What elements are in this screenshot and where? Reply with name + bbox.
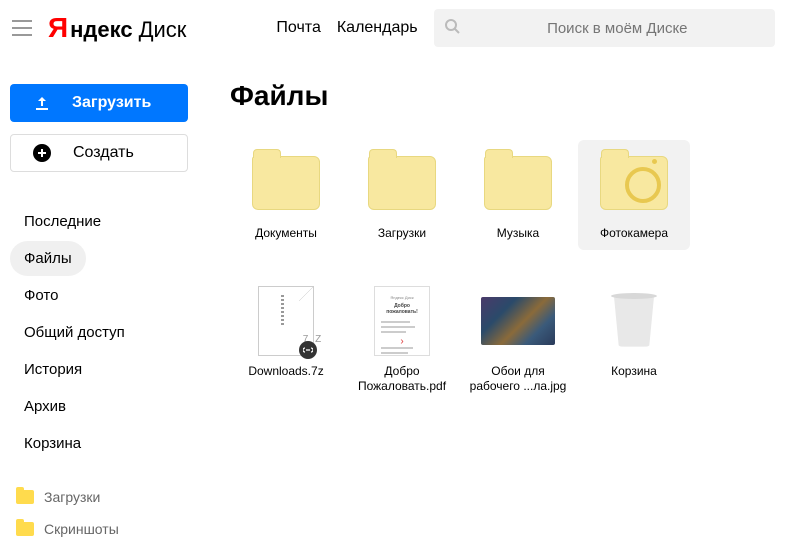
search-field[interactable] xyxy=(434,9,775,47)
folder-label: Скриншоты xyxy=(44,521,119,537)
hamburger-menu-icon[interactable] xyxy=(12,20,32,36)
item-label: Корзина xyxy=(582,364,686,380)
search-input[interactable] xyxy=(470,20,765,37)
trash-icon xyxy=(611,293,657,349)
sidebar-item-trash[interactable]: Корзина xyxy=(10,426,95,461)
main-content: Файлы Документы Загрузки Музыка Фотокаме… xyxy=(230,56,787,545)
logo-brand: ндекс xyxy=(70,17,132,43)
nav-calendar[interactable]: Календарь xyxy=(337,19,418,37)
item-label: Downloads.7z xyxy=(234,364,338,380)
folder-label: Загрузки xyxy=(44,489,100,505)
item-label: Документы xyxy=(234,226,338,242)
header-nav: Почта Календарь xyxy=(276,19,417,37)
upload-label: Загрузить xyxy=(72,94,151,112)
file-downloads-7z[interactable]: 7 Z Downloads.7z xyxy=(230,278,342,403)
sidebar-folder-screenshots[interactable]: Скриншоты xyxy=(10,513,220,545)
nav-mail[interactable]: Почта xyxy=(276,19,320,37)
upload-button[interactable]: Загрузить xyxy=(10,84,188,122)
file-grid: Документы Загрузки Музыка Фотокамера xyxy=(230,140,787,403)
logo[interactable]: Я ндекс Диск xyxy=(48,12,186,44)
item-label: Обои для рабочего ...ла.jpg xyxy=(466,364,570,395)
sidebar-item-photos[interactable]: Фото xyxy=(10,278,72,313)
sidebar-item-history[interactable]: История xyxy=(10,352,96,387)
sidebar-item-files[interactable]: Файлы xyxy=(10,241,86,276)
logo-letter: Я xyxy=(48,12,68,44)
page-title: Файлы xyxy=(230,80,787,112)
folder-documents[interactable]: Документы xyxy=(230,140,342,250)
item-label: Музыка xyxy=(466,226,570,242)
folder-downloads[interactable]: Загрузки xyxy=(346,140,458,250)
sidebar-item-recent[interactable]: Последние xyxy=(10,204,115,239)
create-button[interactable]: Создать xyxy=(10,134,188,172)
create-label: Создать xyxy=(73,144,134,162)
sidebar-folders: Загрузки Скриншоты xyxy=(10,481,220,545)
folder-icon xyxy=(16,490,34,504)
sidebar-folder-downloads[interactable]: Загрузки xyxy=(10,481,220,513)
item-label: Добро Пожаловать.pdf xyxy=(350,364,454,395)
sidebar-nav: Последние Файлы Фото Общий доступ Истори… xyxy=(10,204,220,463)
sidebar: Загрузить Создать Последние Файлы Фото О… xyxy=(0,56,230,545)
plus-circle-icon xyxy=(33,144,51,162)
upload-icon xyxy=(34,95,50,111)
search-icon xyxy=(444,18,460,39)
file-wallpaper-jpg[interactable]: Обои для рабочего ...ла.jpg xyxy=(462,278,574,403)
file-welcome-pdf[interactable]: Яндекс Диск Добро пожаловать! › Добро По… xyxy=(346,278,458,403)
shared-link-icon xyxy=(299,341,317,359)
pdf-file-icon: Яндекс Диск Добро пожаловать! › xyxy=(374,286,430,356)
image-thumbnail xyxy=(481,297,555,345)
folder-icon xyxy=(16,522,34,536)
trash-folder[interactable]: Корзина xyxy=(578,278,690,403)
folder-camera[interactable]: Фотокамера xyxy=(578,140,690,250)
logo-product: Диск xyxy=(139,17,187,43)
sidebar-item-shared[interactable]: Общий доступ xyxy=(10,315,139,350)
camera-folder-icon xyxy=(600,156,668,210)
folder-music[interactable]: Музыка xyxy=(462,140,574,250)
item-label: Загрузки xyxy=(350,226,454,242)
folder-icon xyxy=(368,156,436,210)
folder-icon xyxy=(484,156,552,210)
item-label: Фотокамера xyxy=(582,226,686,242)
archive-file-icon: 7 Z xyxy=(258,286,314,356)
sidebar-item-archive[interactable]: Архив xyxy=(10,389,80,424)
folder-icon xyxy=(252,156,320,210)
header: Я ндекс Диск Почта Календарь xyxy=(0,0,787,56)
